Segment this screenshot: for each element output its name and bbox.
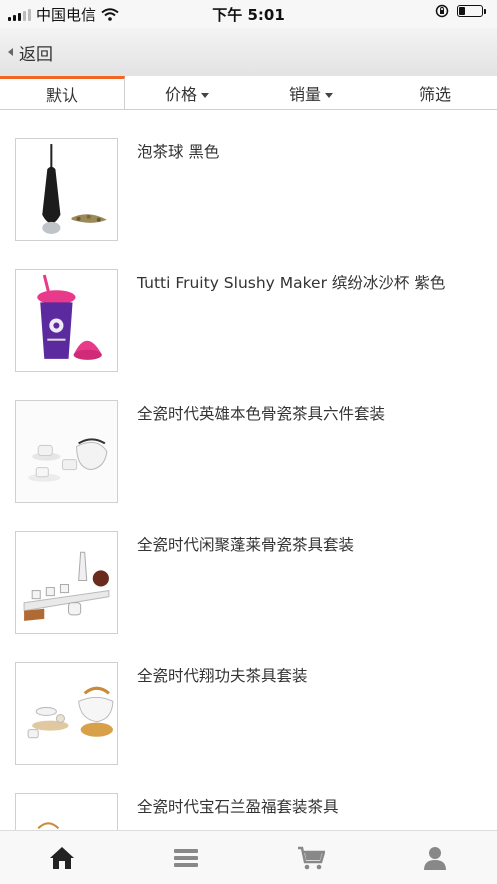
- battery-icon: [457, 5, 486, 17]
- slushy-cup-image[interactable]: [15, 269, 118, 372]
- battery-level: [459, 7, 465, 15]
- tea-infuser-image[interactable]: [15, 138, 118, 241]
- back-label: 返回: [19, 44, 53, 65]
- tab-label: 销量: [288, 84, 321, 104]
- tab-price[interactable]: 价格: [125, 76, 249, 109]
- status-right: [435, 4, 486, 18]
- tab-label: 默认: [45, 86, 78, 105]
- cart-icon: [297, 846, 325, 869]
- menu-icon: [174, 848, 199, 867]
- tab-label: 价格: [164, 84, 197, 104]
- product-item[interactable]: 全瓷时代翔功夫茶具套装: [0, 634, 497, 765]
- chevron-left-icon: [8, 48, 13, 56]
- white-tea-set-image[interactable]: [15, 400, 118, 503]
- product-title[interactable]: 泡茶球 黑色: [137, 140, 219, 162]
- caret-down-icon: [201, 93, 209, 98]
- blue-tea-set-image[interactable]: [15, 793, 118, 830]
- tab-home[interactable]: [0, 831, 124, 884]
- bottom-tab-bar: [0, 830, 497, 884]
- caret-down-icon: [325, 93, 333, 98]
- tab-account[interactable]: [373, 831, 497, 884]
- user-icon: [423, 846, 446, 870]
- status-time: 下午 5:01: [212, 6, 285, 24]
- nav-bar: 返回: [0, 28, 497, 76]
- product-item[interactable]: 全瓷时代英雄本色骨瓷茶具六件套装: [0, 372, 497, 503]
- rotation-lock-icon: [435, 4, 449, 18]
- home-icon: [50, 846, 75, 869]
- tab-cart[interactable]: [249, 831, 373, 884]
- tea-tray-set-image[interactable]: [15, 531, 118, 634]
- tab-label: 筛选: [418, 84, 451, 104]
- product-title[interactable]: Tutti Fruity Slushy Maker 缤纷冰沙杯 紫色: [137, 271, 445, 293]
- product-item[interactable]: 全瓷时代宝石兰盈福套装茶具: [0, 765, 497, 830]
- sort-tabs: 默认 价格 销量 筛选: [0, 76, 497, 110]
- product-title[interactable]: 全瓷时代翔功夫茶具套装: [137, 664, 308, 686]
- kungfu-tea-set-image[interactable]: [15, 662, 118, 765]
- product-list: 泡茶球 黑色 Tutti Fruity Slushy Maker 缤纷冰沙杯 紫…: [0, 110, 497, 830]
- product-title[interactable]: 全瓷时代宝石兰盈福套装茶具: [137, 795, 339, 817]
- product-item[interactable]: Tutti Fruity Slushy Maker 缤纷冰沙杯 紫色: [0, 241, 497, 372]
- product-title[interactable]: 全瓷时代英雄本色骨瓷茶具六件套装: [137, 402, 385, 424]
- tab-filter[interactable]: 筛选: [373, 76, 497, 109]
- tab-default[interactable]: 默认: [0, 76, 125, 109]
- product-title[interactable]: 全瓷时代闲聚蓬莱骨瓷茶具套装: [137, 533, 354, 555]
- status-bar: 中国电信 下午 5:01: [0, 0, 497, 28]
- tab-menu[interactable]: [124, 831, 248, 884]
- product-item[interactable]: 全瓷时代闲聚蓬莱骨瓷茶具套装: [0, 503, 497, 634]
- tab-sales[interactable]: 销量: [249, 76, 373, 109]
- product-item[interactable]: 泡茶球 黑色: [0, 110, 497, 241]
- back-button[interactable]: 返回: [8, 40, 53, 65]
